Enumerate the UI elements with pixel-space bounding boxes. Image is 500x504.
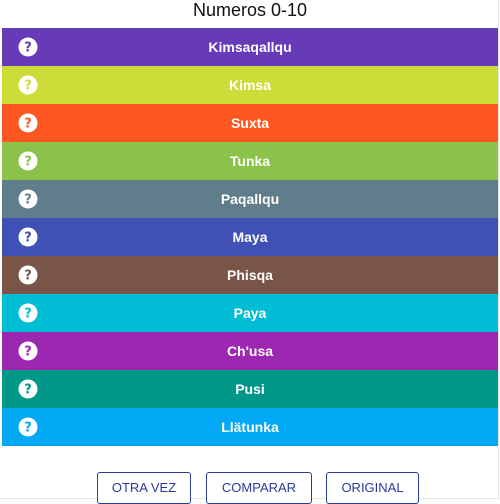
list-item[interactable]: ? Paqallqu xyxy=(2,180,498,218)
compare-button[interactable]: COMPARAR xyxy=(206,472,312,504)
list-item[interactable]: ? Phisqa xyxy=(2,256,498,294)
list-item[interactable]: ? Maya xyxy=(2,218,498,256)
list-item-label: Suxta xyxy=(230,115,270,131)
list-item[interactable]: ? Suxta xyxy=(2,104,498,142)
list-item-label: Pusi xyxy=(235,381,265,397)
list-item-label: Phisqa xyxy=(227,267,273,283)
original-button[interactable]: ORIGINAL xyxy=(326,472,419,504)
list-item-label: Kimsa xyxy=(228,77,272,93)
list-item-label: Tunka xyxy=(229,153,271,169)
page-title: Numeros 0-10 xyxy=(192,0,308,20)
list-item-label: Llätunka xyxy=(221,419,279,435)
list-item-label: Paqallqu xyxy=(220,191,280,207)
list-item[interactable]: ? Ch'usa xyxy=(2,332,498,370)
list-item[interactable]: ? Kimsa xyxy=(2,66,498,104)
list-item[interactable]: ? Kimsaqallqu xyxy=(2,28,498,66)
list-item-label: Paya xyxy=(233,305,267,321)
action-bar: OTRA VEZ COMPARAR ORIGINAL xyxy=(0,472,500,504)
list-item[interactable]: ? Tunka xyxy=(2,142,498,180)
list-item[interactable]: ? Llätunka xyxy=(2,408,498,446)
list-item-label: Ch'usa xyxy=(226,343,274,359)
list-item-label: Kimsaqallqu xyxy=(208,39,292,55)
list-item[interactable]: ? Paya xyxy=(2,294,498,332)
try-again-button[interactable]: OTRA VEZ xyxy=(97,472,191,504)
number-list: ? Kimsaqallqu ? Kimsa ? Suxta ? Tunka ? … xyxy=(2,28,498,446)
list-item[interactable]: ? Pusi xyxy=(2,370,498,408)
list-item-label: Maya xyxy=(232,229,268,245)
